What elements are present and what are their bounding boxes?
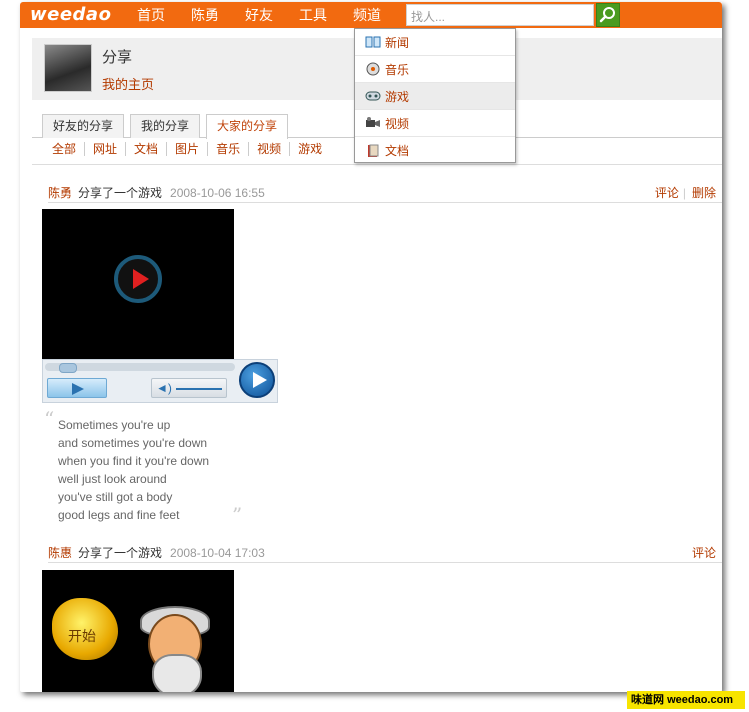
share-user-link[interactable]: 陈勇 — [48, 186, 72, 200]
play-button[interactable] — [47, 378, 107, 398]
video-camera-icon — [365, 116, 381, 130]
menu-item-video[interactable]: 视频 — [355, 110, 515, 137]
divider — [32, 164, 722, 165]
player-controls: ◄) — [42, 359, 278, 403]
menu-item-label: 文档 — [385, 144, 410, 158]
quote-line: and sometimes you're down — [58, 436, 208, 450]
nav-item-channels[interactable]: 频道 — [340, 2, 394, 28]
book-icon — [365, 35, 381, 49]
avatar[interactable] — [44, 44, 92, 92]
search-icon — [599, 7, 615, 23]
quote-line: good legs and fine feet — [58, 508, 180, 522]
divider — [48, 202, 722, 203]
divider: | — [682, 186, 686, 200]
share-actions: 评论 — [686, 544, 716, 561]
share-action-text: 分享了一个游戏 — [78, 186, 163, 200]
weedao-logo[interactable]: weedao — [30, 4, 111, 25]
quote-line: well just look around — [58, 472, 167, 486]
large-play-button[interactable] — [239, 362, 275, 398]
watermark-domain: weedao.com — [667, 694, 734, 706]
share-actions: 评论 | 删除 — [649, 184, 716, 201]
volume-track — [176, 388, 222, 390]
document-icon — [365, 144, 381, 158]
comment-link[interactable]: 评论 — [649, 186, 679, 200]
menu-item-label: 音乐 — [385, 62, 410, 77]
share-action-text: 分享了一个游戏 — [78, 546, 163, 560]
delete-link[interactable]: 删除 — [686, 186, 716, 200]
nav-item-tools[interactable]: 工具 — [286, 2, 340, 28]
my-homepage-link[interactable]: 我的主页 — [102, 74, 154, 93]
tab-everyone-shares[interactable]: 大家的分享 — [206, 114, 289, 139]
menu-item-label: 视频 — [385, 116, 410, 131]
filter-documents[interactable]: 文档 — [125, 142, 166, 156]
top-nav-bar: weedao 首页 陈勇 好友 工具 频道 找人... — [20, 2, 722, 28]
nav-item-friends[interactable]: 好友 — [232, 2, 286, 28]
music-icon — [365, 62, 381, 76]
share-user-link[interactable]: 陈惠 — [48, 546, 72, 560]
watermark-brand: 味道网 — [631, 694, 664, 706]
divider — [48, 562, 722, 563]
menu-item-games[interactable]: 游戏 — [355, 83, 515, 110]
filter-music[interactable]: 音乐 — [207, 142, 248, 156]
volume-slider[interactable]: ◄) — [151, 378, 227, 398]
menu-item-label: 游戏 — [385, 89, 410, 104]
volume-icon: ◄) — [156, 381, 172, 395]
share-quote: “ Sometimes you're up and sometimes you'… — [44, 409, 248, 527]
quote-line: when you find it you're down — [58, 454, 210, 468]
filter-links[interactable]: 网址 — [84, 142, 125, 156]
tab-my-shares[interactable]: 我的分享 — [130, 114, 201, 138]
category-filters: 全部 网址 文档 图片 音乐 视频 游戏 — [42, 142, 330, 156]
filter-images[interactable]: 图片 — [166, 142, 207, 156]
menu-item-label: 新闻 — [385, 35, 410, 50]
channel-dropdown-menu: 新闻 音乐 游戏 视频 文档 — [354, 28, 516, 163]
quote-line: Sometimes you're up — [58, 418, 171, 432]
open-quote-icon: “ — [44, 407, 55, 431]
close-quote-icon: ” — [232, 503, 243, 527]
miner-beard — [152, 654, 202, 692]
filter-all[interactable]: 全部 — [42, 142, 84, 156]
tab-friends-shares[interactable]: 好友的分享 — [42, 114, 125, 138]
play-icon[interactable] — [114, 255, 162, 303]
comment-link[interactable]: 评论 — [686, 546, 716, 560]
quote-line: you've still got a body — [58, 490, 173, 504]
search-button[interactable] — [596, 3, 620, 27]
share-header: 陈惠 分享了一个游戏 2008-10-04 17:03 — [48, 544, 265, 561]
start-label[interactable]: 开始 — [68, 626, 96, 646]
search-input[interactable]: 找人... — [406, 4, 594, 26]
filter-video[interactable]: 视频 — [248, 142, 289, 156]
share-header: 陈勇 分享了一个游戏 2008-10-06 16:55 — [48, 184, 265, 201]
filter-games[interactable]: 游戏 — [289, 142, 330, 156]
miner-character-image — [128, 604, 218, 692]
game-thumbnail[interactable]: 开始 — [42, 570, 234, 692]
menu-item-news[interactable]: 新闻 — [355, 29, 515, 56]
main-nav: 首页 陈勇 好友 工具 频道 — [124, 2, 394, 28]
screenshot-frame: weedao 首页 陈勇 好友 工具 频道 找人... 分享 我的主页 好友的分… — [20, 2, 722, 692]
share-timestamp: 2008-10-06 16:55 — [170, 186, 265, 200]
nav-item-home[interactable]: 首页 — [124, 2, 178, 28]
game-player-screen[interactable] — [42, 209, 234, 359]
page-title: 分享 — [102, 49, 133, 66]
nav-item-user[interactable]: 陈勇 — [178, 2, 232, 28]
site-watermark: 味道网 weedao.com — [627, 691, 745, 709]
menu-item-music[interactable]: 音乐 — [355, 56, 515, 83]
seek-bar[interactable] — [45, 363, 235, 373]
share-timestamp: 2008-10-04 17:03 — [170, 546, 265, 560]
gamepad-icon — [365, 89, 381, 103]
menu-item-documents[interactable]: 文档 — [355, 137, 515, 164]
